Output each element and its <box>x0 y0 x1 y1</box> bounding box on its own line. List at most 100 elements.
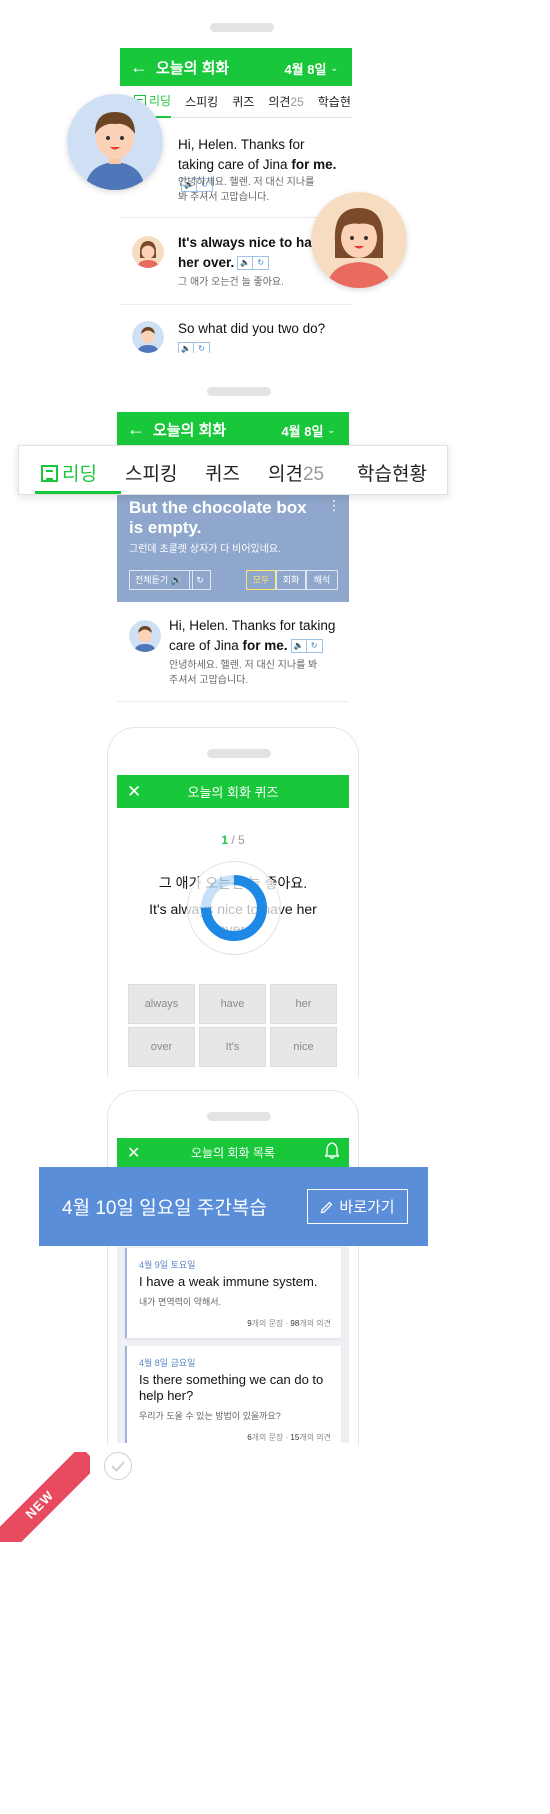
tab-opinion[interactable]: 의견25 <box>268 93 303 110</box>
phone-speaker <box>207 387 271 396</box>
sentence-text: So what did you two do? <box>178 321 326 336</box>
tab-opinion[interactable]: 의견25 <box>268 459 324 486</box>
weekly-review-banner: 4월 10일 일요일 주간복습 바로가기 <box>39 1167 428 1246</box>
list-item[interactable]: 4월 9일 토요일 I have a weak immune system. 내… <box>125 1248 341 1338</box>
word-choice[interactable]: It's <box>199 1027 266 1067</box>
repeat-icon[interactable]: ↻ <box>194 342 210 353</box>
sentence-en: Hi, Helen. Thanks for taking care of Jin… <box>169 616 337 656</box>
opinion-count: 25 <box>302 464 325 485</box>
progress-total: / 5 <box>231 833 245 847</box>
speaker-icon[interactable]: 🔈 <box>178 342 194 353</box>
list-item[interactable]: So what did you two do? 🔈 ↻ <box>120 305 352 353</box>
tab-label: 리딩 <box>62 464 97 485</box>
repeat-icon[interactable]: ↻ <box>306 639 323 654</box>
back-arrow-icon[interactable]: ← <box>127 420 145 438</box>
card-date: 4월 9일 토요일 <box>139 1260 196 1270</box>
filter-all[interactable]: 모두 <box>246 570 276 590</box>
header-bar: ✕ 오늘의 회화 퀴즈 <box>117 775 349 808</box>
reading-icon <box>41 465 58 482</box>
listen-all-label: 전체듣기 <box>135 575 169 585</box>
phone-speaker <box>207 1112 271 1121</box>
chevron-down-icon: ⌄ <box>327 425 335 435</box>
word-choice[interactable]: always <box>128 984 195 1024</box>
phone-speaker <box>207 749 271 758</box>
word-choice[interactable]: her <box>270 984 337 1024</box>
tab-speaking[interactable]: 스피킹 <box>125 459 177 486</box>
quiz-progress: 1 / 5 <box>117 833 349 847</box>
page-title: 오늘의 회화 퀴즈 <box>187 785 279 800</box>
quiz-screen: ✕ 오늘의 회화 퀴즈 1 / 5 그 애가 오는건 늘 좋아요. It's a… <box>117 775 349 1078</box>
list-item[interactable]: Hi, Helen. Thanks for taking care of Jin… <box>117 602 349 702</box>
card-sentence-ko: 우리가 도울 수 있는 방법이 있을까요? <box>139 1411 281 1421</box>
bell-icon[interactable] <box>324 1142 340 1163</box>
opinion-count: 98 <box>290 1319 300 1328</box>
list-item[interactable]: 4월 8일 금요일 Is there something we can do t… <box>125 1346 341 1443</box>
sentence-text: Hi, Helen. Thanks for taking care of Jin… <box>178 137 305 172</box>
filter-translation[interactable]: 해석 <box>306 570 338 590</box>
more-vertical-icon[interactable]: ⋮ <box>327 497 341 514</box>
close-icon[interactable]: ✕ <box>127 1143 140 1163</box>
sentence-highlight: for me. <box>242 638 288 653</box>
sentence-count-label: 개의 문장 <box>251 1319 284 1328</box>
audio-controls: 🔈 ↻ <box>290 639 323 654</box>
go-button[interactable]: 바로가기 <box>307 1189 408 1224</box>
opinion-count: 25 <box>290 95 304 109</box>
avatar-girl <box>311 192 407 288</box>
date-label: 4월 8일 <box>281 424 324 439</box>
avatar <box>132 236 164 268</box>
repeat-icon[interactable]: ↻ <box>253 256 270 271</box>
opinion-count-label: 개의 의견 <box>299 1433 331 1442</box>
repeat-button[interactable]: ↻ <box>189 570 211 590</box>
audio-controls: 🔈 ↻ <box>237 256 270 271</box>
speaker-icon[interactable]: 🔈 <box>237 256 254 271</box>
reading-screen: ← 오늘의 회화 4월 8일 ⌄ 리딩 스피킹 퀴즈 의견25 학습현 Hi, H… <box>120 48 352 353</box>
header-bar: ← 오늘의 회화 4월 8일 ⌄ <box>117 412 349 446</box>
go-button-label: 바로가기 <box>339 1199 395 1216</box>
listen-all-button[interactable]: 전체듣기 🔊 <box>129 570 193 590</box>
avatar <box>129 620 161 652</box>
new-ribbon: NEW <box>0 1452 90 1542</box>
phone-speaker <box>210 23 274 32</box>
active-tab-indicator <box>35 491 121 494</box>
card-meta: 6개의 문장 · 15개의 의견 <box>247 1433 331 1442</box>
tab-speaking[interactable]: 스피킹 <box>185 93 218 110</box>
word-choice[interactable]: nice <box>270 1027 337 1067</box>
sentence-hero: But the chocolate box is empty. ⋮ 그런데 초콜… <box>117 492 349 602</box>
word-choice[interactable]: over <box>128 1027 195 1067</box>
header-bar: ← 오늘의 회화 4월 8일 ⌄ <box>120 48 352 86</box>
tab-bar-zoom: 리딩 스피킹 퀴즈 의견25 학습현황 <box>18 445 448 495</box>
sentence-ko: 안녕하세요. 헬렌. 저 대신 지나를 봐 주셔서 고맙습니다. <box>169 660 318 686</box>
card-meta: 9개의 문장 · 98개의 의견 <box>247 1319 331 1328</box>
tab-progress[interactable]: 학습현 <box>318 93 351 110</box>
card-date: 4월 8일 금요일 <box>139 1358 196 1368</box>
check-circle-icon[interactable] <box>104 1452 132 1480</box>
tab-label: 의견 <box>268 95 291 109</box>
tab-reading[interactable]: 리딩 <box>41 459 97 486</box>
tab-progress[interactable]: 학습현황 <box>357 459 427 486</box>
date-selector[interactable]: 4월 8일 ⌄ <box>281 421 335 440</box>
back-arrow-icon[interactable]: ← <box>130 58 148 76</box>
filter-conversation[interactable]: 회화 <box>276 570 306 590</box>
tab-label: 의견 <box>268 464 303 485</box>
tab-quiz[interactable]: 퀴즈 <box>205 459 240 486</box>
page-title: 오늘의 회화 <box>156 59 230 77</box>
opinion-count: 15 <box>290 1433 300 1442</box>
tab-label: 리딩 <box>149 94 172 108</box>
sentence-ko: 그 애가 오는건 늘 좋아요. <box>178 277 284 288</box>
page-title: 오늘의 회화 <box>153 421 227 439</box>
date-selector[interactable]: 4월 8일 ⌄ <box>284 59 338 78</box>
speaker-icon[interactable]: 🔈 <box>290 639 307 654</box>
page-title: 오늘의 회화 목록 <box>191 1146 275 1160</box>
avatar <box>132 321 164 353</box>
progress-ring-icon <box>201 875 267 941</box>
avatar-boy <box>67 94 163 190</box>
date-label: 4월 8일 <box>284 62 327 77</box>
repeat-icon: ↻ <box>196 575 204 585</box>
tab-quiz[interactable]: 퀴즈 <box>232 93 254 110</box>
card-sentence-en: Is there something we can do to help her… <box>139 1372 324 1403</box>
word-choice[interactable]: have <box>199 984 266 1024</box>
close-icon[interactable]: ✕ <box>127 782 141 802</box>
banner-text: 4월 10일 일요일 주간복습 <box>62 1198 267 1219</box>
hero-sentence-ko: 그런데 초콜렛 상자가 다 비어있네요. <box>129 544 281 555</box>
progress-current: 1 <box>221 833 228 847</box>
